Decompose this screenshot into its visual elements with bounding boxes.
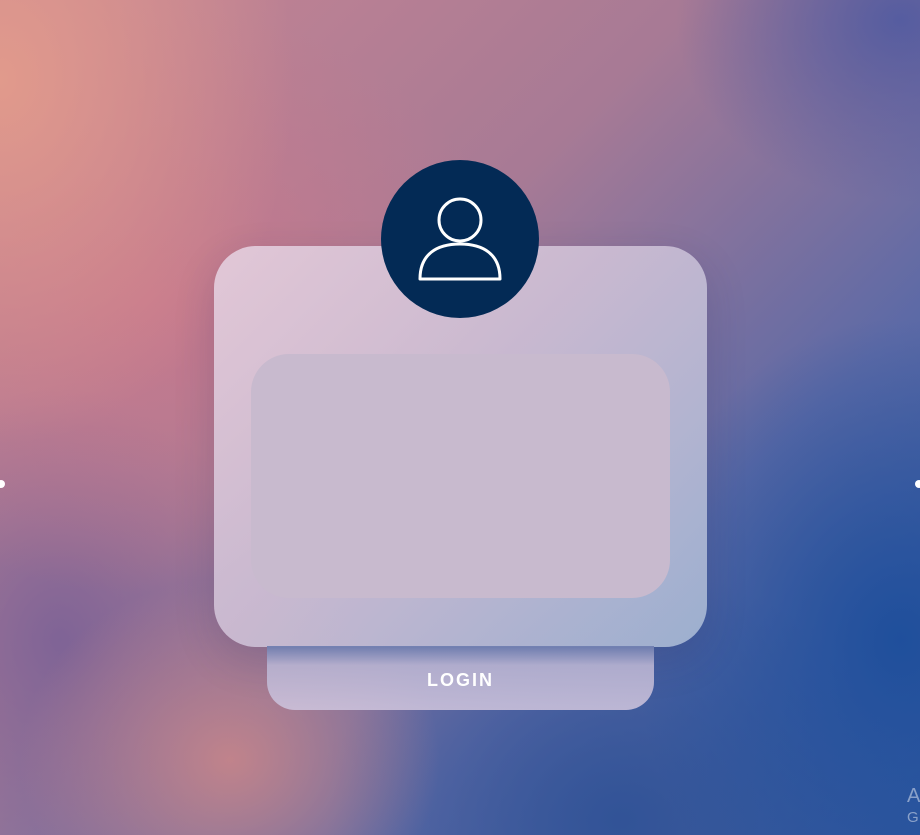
login-button[interactable]: LOGIN — [267, 646, 654, 710]
user-icon — [418, 197, 502, 281]
watermark-text: A G — [907, 786, 920, 825]
right-resize-handle[interactable] — [915, 480, 920, 488]
watermark-line-2: G — [907, 809, 919, 826]
login-card-content-area — [251, 354, 670, 598]
login-button-label: LOGIN — [427, 669, 494, 690]
watermark-line-1: A — [907, 785, 920, 807]
avatar — [381, 160, 539, 318]
